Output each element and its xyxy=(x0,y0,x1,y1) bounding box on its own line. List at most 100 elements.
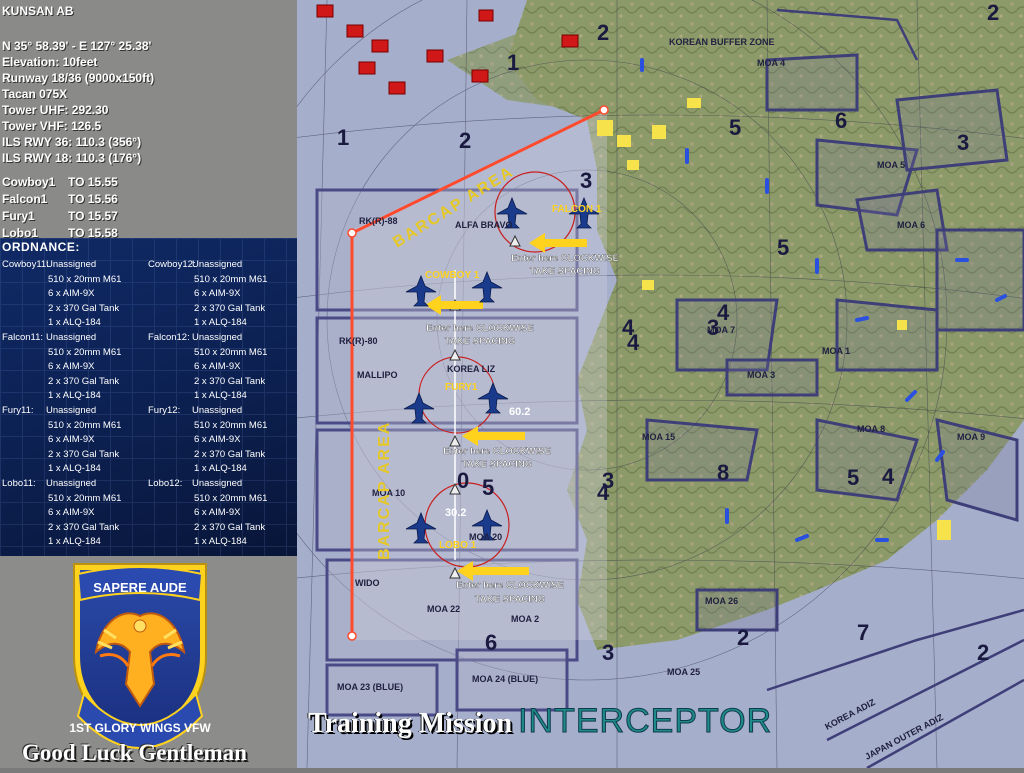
route-waypoint xyxy=(347,228,357,238)
ordnance-item: 2 x 370 Gal Tank xyxy=(48,521,120,533)
ordnance-item: 510 x 20mm M61 xyxy=(194,419,268,431)
ordnance-item: 510 x 20mm M61 xyxy=(194,273,268,285)
instruction-line: Enter here CLOCKWISE xyxy=(443,446,551,457)
airspace-zone-label: MOA 8 xyxy=(857,424,885,434)
airspace-zone-label: MOA 2 xyxy=(511,614,539,624)
airspace-zone-label: MOA 5 xyxy=(877,160,905,170)
flight-schedule: Cowboy1 TO 15.55 Falcon1 TO 15.56 Fury1 TO … xyxy=(2,174,118,242)
flight-row: Cowboy1 TO 15.55 xyxy=(2,174,118,191)
map-grid-number: 5 xyxy=(482,475,494,500)
airspace-zone-label: MOA 23 (BLUE) xyxy=(337,682,403,692)
ordnance-item: 6 x AIM-9X xyxy=(194,288,241,299)
mission-title: Training Mission INTERCEPTOR xyxy=(308,702,772,741)
map-grid-number: 1 xyxy=(507,50,519,75)
airspace-zone-label: KOREAN BUFFER ZONE xyxy=(669,37,775,47)
route-waypoint xyxy=(347,631,357,641)
flight-takeoff: TO 15.55 xyxy=(68,175,118,189)
ordnance-item: 1 x ALQ-184 xyxy=(194,317,247,328)
flight-row: Falcon1 TO 15.56 xyxy=(2,191,118,208)
flight-row: Fury1 TO 15.57 xyxy=(2,208,118,225)
map-grid-number: 8 xyxy=(717,460,729,485)
map-grid-number: 5 xyxy=(729,115,741,140)
map-grid-number: 4 xyxy=(882,464,895,489)
instruction-line: Enter here CLOCKWISE xyxy=(456,580,564,591)
ordnance-item: 6 x AIM-9X xyxy=(48,434,95,445)
flight-label-cowboy: COWBOY 1 xyxy=(425,270,480,281)
airspace-zone-label: RK(R)-80 xyxy=(339,336,378,346)
map-grid-number: 3 xyxy=(957,130,969,155)
ordnance-item: 1 x ALQ-184 xyxy=(48,390,101,401)
airspace-zone-label: MOA 26 xyxy=(705,596,738,606)
airbase-ils18: ILS RWY 18: 110.3 (176°) xyxy=(2,151,142,165)
map-grid-number: 4 xyxy=(717,300,730,325)
ordnance-aircraft-name: Falcon11: xyxy=(2,332,44,343)
map-grid-number: 0 xyxy=(457,468,469,493)
map-grid-number: 2 xyxy=(977,640,989,665)
ordnance-item: 6 x AIM-9X xyxy=(194,361,241,372)
map-grid-number: 6 xyxy=(485,630,497,655)
instruction-line: TAKE SPACING xyxy=(462,459,532,470)
map-grid-number: 2 xyxy=(459,128,471,153)
ordnance-item: 6 x AIM-9X xyxy=(194,507,241,518)
route-waypoint xyxy=(599,105,609,115)
airbase-tower-uhf: Tower UHF: 292.30 xyxy=(2,103,109,117)
flight-name: Fury1 xyxy=(2,209,35,223)
ordnance-aircraft-name: Cowboy12: xyxy=(148,259,196,270)
ordnance-panel: ORDNANCE: Cowboy11: Unassigned 510 x 20mm … xyxy=(0,238,297,556)
emblem-motto-top: SAPERE AUDE xyxy=(93,580,187,595)
briefing-panel: KUNSAN AB N 35° 58.39' - E 127° 25.38' E… xyxy=(0,0,297,768)
airspace-zone-label: MOA 1 xyxy=(822,346,850,356)
ordnance-aircraft-name: Fury11: xyxy=(2,405,34,416)
flight-name: Cowboy1 xyxy=(2,175,56,189)
instruction-line: Enter here CLOCKWISE xyxy=(426,323,534,334)
map-grid-number: 4 xyxy=(627,330,640,355)
airspace-zone-label: MOA 6 xyxy=(897,220,925,230)
ordnance-item: Unassigned xyxy=(46,478,97,489)
airbase-coords: N 35° 58.39' - E 127° 25.38' xyxy=(2,39,152,53)
ordnance-item: 2 x 370 Gal Tank xyxy=(194,375,266,387)
ordnance-aircraft-name: Lobo11: xyxy=(2,478,36,489)
ordnance-item: 510 x 20mm M61 xyxy=(194,492,268,504)
ordnance-item: 2 x 370 Gal Tank xyxy=(194,521,266,533)
map-grid-number: 2 xyxy=(597,20,609,45)
ordnance-item: 6 x AIM-9X xyxy=(48,507,95,518)
ordnance-item: 1 x ALQ-184 xyxy=(48,463,101,474)
ordnance-item: 2 x 370 Gal Tank xyxy=(48,302,120,314)
instruction-line: TAKE SPACING xyxy=(445,336,515,347)
ordnance-item: 6 x AIM-9X xyxy=(48,361,95,372)
flight-label-fury: FURY1 xyxy=(445,382,478,393)
airspace-zone-label: MALLIPO xyxy=(357,370,398,380)
good-luck-caption: Good Luck Gentleman xyxy=(22,740,247,765)
airspace-zone-label: MOA 22 xyxy=(427,604,460,614)
distance-marker: 30.2 xyxy=(445,507,466,519)
instruction-line: TAKE SPACING xyxy=(475,594,545,605)
ordnance-item: 2 x 370 Gal Tank xyxy=(48,448,120,460)
ordnance-aircraft-name: Cowboy11: xyxy=(2,259,49,270)
ordnance-item: 1 x ALQ-184 xyxy=(48,536,101,547)
airspace-zone-label: MOA 3 xyxy=(747,370,775,380)
map-grid-number: 5 xyxy=(847,465,859,490)
squadron-emblem-area: SAPERE AUDE 1ST GLORY WINGS VFW xyxy=(0,556,297,768)
map-grid-number: 1 xyxy=(337,125,349,150)
flight-label-lobo: LOBO 1 xyxy=(439,540,477,551)
airbase-runway: Runway 18/36 (9000x150ft) xyxy=(2,71,155,85)
airspace-zone-label: MOA 9 xyxy=(957,432,985,442)
ordnance-item: Unassigned xyxy=(46,332,97,343)
airspace-zone-label: MOA 24 (BLUE) xyxy=(472,674,538,684)
ordnance-aircraft-name: Falcon12: xyxy=(148,332,190,343)
airspace-zone-label: MOA 25 xyxy=(667,667,700,677)
airbase-info: KUNSAN AB N 35° 58.39' - E 127° 25.38' E… xyxy=(2,3,154,166)
airbase-ils36: ILS RWY 36: 110.3 (356°) xyxy=(2,135,142,149)
map-grid-number: 6 xyxy=(835,108,847,133)
instruction-line: Enter here CLOCKWISE xyxy=(511,253,619,264)
airbase-name: KUNSAN AB xyxy=(2,4,74,18)
airbase-elevation: Elevation: 10feet xyxy=(2,55,98,69)
mission-name: INTERCEPTOR xyxy=(518,702,773,741)
ordnance-item: Unassigned xyxy=(46,259,97,270)
ordnance-item: 510 x 20mm M61 xyxy=(194,346,268,358)
map-grid-number: 3 xyxy=(580,168,592,193)
airspace-zone-label: WIDO xyxy=(355,578,380,588)
map-grid-number: 4 xyxy=(597,480,610,505)
ordnance-item: 1 x ALQ-184 xyxy=(194,390,247,401)
ordnance-item: Unassigned xyxy=(192,259,243,270)
